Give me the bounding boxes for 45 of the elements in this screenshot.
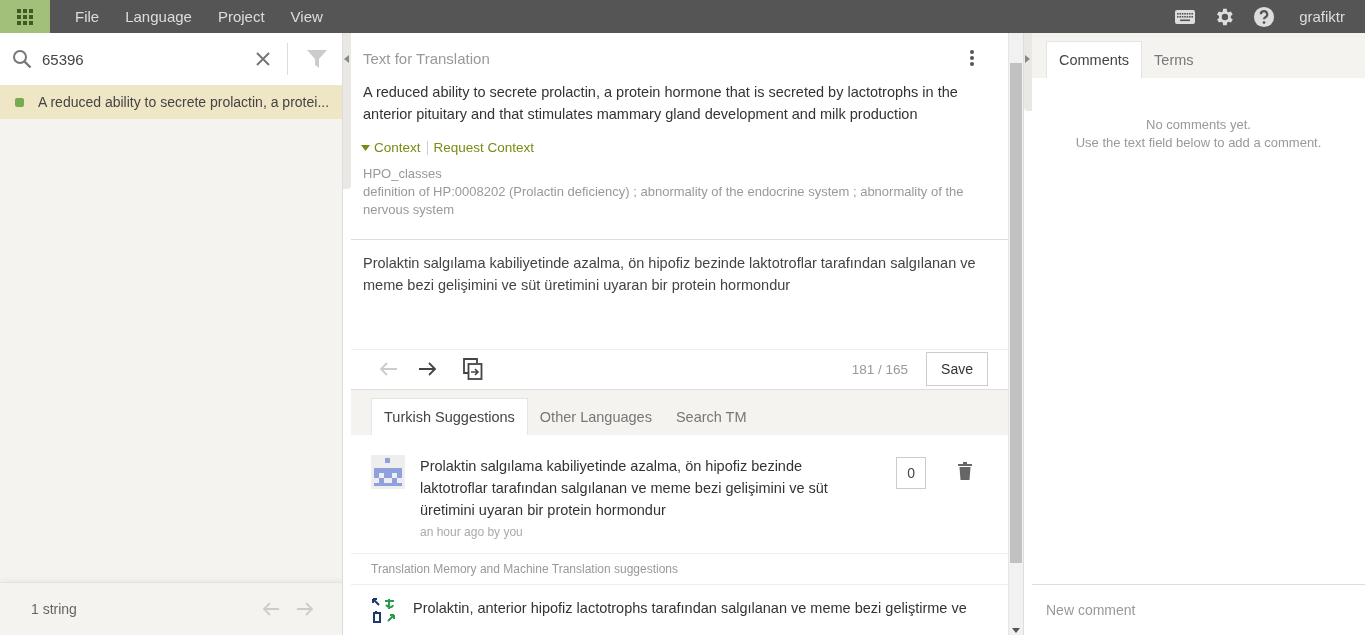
more-options-icon[interactable] [969,49,975,67]
string-count: 1 string [31,601,78,617]
menu-item[interactable]: View [277,0,336,33]
caret-icon [361,144,370,151]
tab[interactable]: Search TM [663,398,759,435]
keyboard-icon[interactable] [1175,9,1196,24]
string-list-item[interactable]: A reduced ability to secrete prolactin, a protei... [0,85,342,119]
arrow-right-icon[interactable] [417,361,437,378]
search-icon [12,49,32,69]
tab[interactable]: Comments [1046,41,1143,78]
context-text: HPO_classes [363,165,443,183]
empty-message: Use the text field below to add a comment. [1074,134,1323,152]
collapse-handle[interactable] [343,33,351,189]
menu-item[interactable]: File [62,0,113,33]
tab[interactable]: Other Languages [527,398,664,435]
machine-translation-icon [371,597,397,623]
character-counter: 181 / 165 [851,361,909,377]
context-toggle[interactable]: Context [361,140,421,155]
caret-down-icon[interactable] [1012,628,1020,633]
panel-title: Text for Translation [363,49,490,67]
suggestion-text[interactable]: Prolaktin salgılama kabiliyetinde azalma, ön hipofiz bezinde laktotroflar tarafından salgılanan ve meme bezi gelişimini ve süt üretimini uyaran bir protein hormondur [420,455,862,521]
grid-icon [16,7,34,26]
request-context-link[interactable]: Request Context [433,140,535,155]
menu-item[interactable]: Project [204,0,278,33]
section-header: Translation Memory and Machine Translation suggestions [351,554,1008,585]
source-text: A reduced ability to secrete prolactin, a protein hormone that is secreted by lactotrophs in the anterior pituitary and that stimulates mammary gland development and milk production [363,83,959,124]
string-text: A reduced ability to secrete prolactin, a protei... [38,94,330,110]
trash-icon[interactable] [957,462,973,480]
tab[interactable]: Terms [1142,41,1206,78]
vote-count: 0 [896,457,926,489]
suggestion-meta: an hour ago by you [420,525,524,539]
empty-message: No comments yet. [1145,116,1252,134]
menu-item[interactable]: Language [112,0,205,33]
apps-menu-button[interactable] [0,0,50,33]
help-icon[interactable] [1253,5,1276,28]
close-icon[interactable] [255,51,271,67]
tab[interactable]: Turkish Suggestions [371,398,528,435]
collapse-handle[interactable] [1024,33,1032,111]
avatar-icon [371,455,405,489]
save-button[interactable]: Save [926,352,988,387]
scrollbar[interactable] [1008,33,1023,635]
copy-source-icon[interactable] [463,358,483,381]
suggestion-text[interactable]: Prolaktin, anterior hipofiz lactotrophs tarafından salgılanan ve meme bezi geliştirme ve [413,597,967,619]
user-menu[interactable]: grafiktr [1293,7,1351,26]
context-text: definition of HP:0008202 (Prolactin deficiency) ; abnormality of the endocrine system ; abnormality of the nervous system [363,183,965,219]
